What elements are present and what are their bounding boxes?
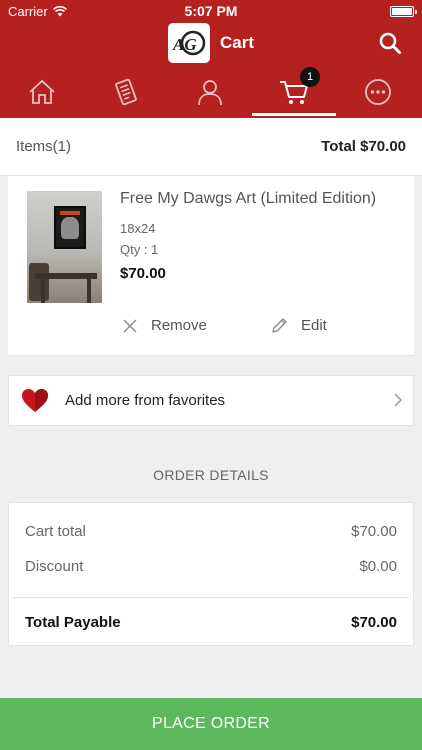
edit-button[interactable]: Edit <box>271 317 327 334</box>
tab-catalog[interactable] <box>84 66 168 118</box>
order-details-heading: ORDER DETAILS <box>153 467 269 483</box>
tab-bar: 1 <box>0 66 422 118</box>
tab-cart[interactable]: 1 <box>252 66 336 118</box>
logo-mark-icon: AG <box>172 30 206 56</box>
discount-value: $0.00 <box>359 558 397 575</box>
product-price: $70.00 <box>120 265 166 282</box>
tab-more[interactable] <box>336 66 420 118</box>
divider <box>13 597 409 598</box>
brand-logo: AG <box>167 23 210 63</box>
user-icon <box>198 80 222 106</box>
cart-total-row: Cart total $70.00 <box>25 523 397 540</box>
cart-summary-bar: Items(1) Total $70.00 <box>0 118 422 176</box>
home-icon <box>29 79 55 104</box>
cart-badge: 1 <box>300 67 320 87</box>
total-payable-row: Total Payable $70.00 <box>25 614 397 631</box>
product-name[interactable]: Free My Dawgs Art (Limited Edition) <box>120 190 376 208</box>
order-details-card: Cart total $70.00 Discount $0.00 Total P… <box>8 502 414 646</box>
svg-text:AG: AG <box>172 35 197 54</box>
title-bar: AG Cart <box>0 22 422 64</box>
remove-button[interactable]: Remove <box>122 317 207 334</box>
total-payable-value: $70.00 <box>351 614 397 631</box>
status-bar: Carrier 5:07 PM <box>0 0 422 22</box>
add-from-favorites[interactable]: Add more from favorites <box>8 375 414 426</box>
active-tab-indicator <box>252 113 336 116</box>
app-header: Carrier 5:07 PM AG Cart 1 <box>0 0 422 118</box>
cart-total: Total $70.00 <box>321 138 406 155</box>
items-count: Items(1) <box>16 138 72 155</box>
tab-profile[interactable] <box>168 66 252 118</box>
search-icon[interactable] <box>378 31 402 55</box>
cart-total-label: Cart total <box>25 523 86 540</box>
chevron-right-icon <box>394 393 403 407</box>
place-order-button[interactable]: PLACE ORDER <box>0 698 422 750</box>
remove-label: Remove <box>151 317 207 334</box>
clock: 5:07 PM <box>184 3 238 19</box>
more-icon <box>365 79 391 105</box>
discount-label: Discount <box>25 558 84 575</box>
catalog-icon <box>115 78 137 106</box>
pencil-icon <box>272 318 287 333</box>
product-quantity: Qty : 1 <box>120 242 159 257</box>
product-size: 18x24 <box>120 221 156 236</box>
total-payable-label: Total Payable <box>25 614 121 631</box>
close-icon <box>123 319 137 332</box>
page-title: Cart <box>219 33 254 52</box>
discount-row: Discount $0.00 <box>25 558 397 575</box>
cart-item-card: Free My Dawgs Art (Limited Edition) 18x2… <box>8 176 414 356</box>
tab-home[interactable] <box>0 66 84 118</box>
cart-total-value: $70.00 <box>351 523 397 540</box>
heart-icon <box>22 388 48 412</box>
favorites-label: Add more from favorites <box>65 392 226 409</box>
product-image[interactable] <box>27 191 102 303</box>
edit-label: Edit <box>301 317 327 334</box>
battery-icon <box>390 6 417 17</box>
